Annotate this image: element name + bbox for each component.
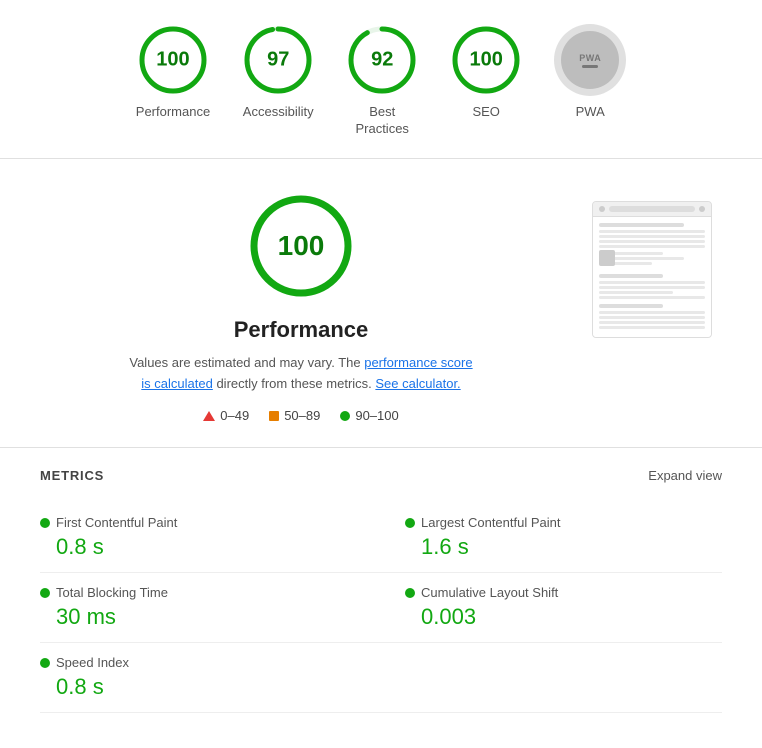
score-value-performance: 100	[156, 49, 189, 72]
ss-thin-11	[599, 296, 705, 299]
metrics-section: METRICS Expand view First Contentful Pai…	[0, 448, 762, 745]
pwa-dash-icon	[582, 65, 598, 68]
score-circle-best-practices: 92	[346, 24, 418, 96]
score-label-best-practices: BestPractices	[355, 104, 408, 138]
legend-range-fail: 0–49	[220, 408, 249, 423]
metric-dot-si	[40, 658, 50, 668]
pwa-inner: PWA	[561, 31, 619, 89]
score-value-accessibility: 97	[267, 49, 289, 72]
ss-thin-15	[599, 326, 705, 329]
metric-label-row-lcp: Largest Contentful Paint	[405, 515, 722, 530]
score-legend: 0–49 50–89 90–100	[203, 408, 398, 423]
metric-label-row-cls: Cumulative Layout Shift	[405, 585, 722, 600]
metric-label-lcp: Largest Contentful Paint	[421, 515, 560, 530]
metric-item-lcp: Largest Contentful Paint 1.6 s	[381, 503, 722, 573]
ss-dot-2	[699, 206, 705, 212]
metric-label-row-si: Speed Index	[40, 655, 381, 670]
pwa-label-text: PWA	[579, 53, 601, 63]
screenshot-header	[593, 202, 711, 217]
scores-bar: 100 Performance 97 Accessibility 92 Best…	[0, 0, 762, 159]
ss-thin-10	[599, 291, 673, 294]
metric-item-empty	[381, 643, 722, 713]
screenshot-preview	[592, 201, 712, 338]
ss-line-2	[599, 274, 663, 278]
screenshot-body	[593, 217, 711, 337]
ss-thin-14	[599, 321, 705, 324]
score-item-accessibility[interactable]: 97 Accessibility	[242, 24, 314, 121]
metric-label-row-tbt: Total Blocking Time	[40, 585, 381, 600]
score-value-seo: 100	[470, 49, 503, 72]
score-label-seo: SEO	[472, 104, 499, 121]
score-item-seo[interactable]: 100 SEO	[450, 24, 522, 121]
score-item-best-practices[interactable]: 92 BestPractices	[346, 24, 418, 138]
metric-label-row-fcp: First Contentful Paint	[40, 515, 381, 530]
expand-view-button[interactable]: Expand view	[648, 468, 722, 483]
perf-title: Performance	[234, 317, 369, 343]
score-circle-seo: 100	[450, 24, 522, 96]
ss-line-1	[599, 223, 684, 227]
metric-label-si: Speed Index	[56, 655, 129, 670]
perf-desc: Values are estimated and may vary. The p…	[129, 353, 472, 395]
metric-dot-cls	[405, 588, 415, 598]
ss-thin-12	[599, 311, 705, 314]
perf-left: 100 Performance Values are estimated and…	[40, 191, 562, 424]
ss-thin-4	[599, 245, 705, 248]
pass-icon	[340, 411, 350, 421]
metric-item-cls: Cumulative Layout Shift 0.003	[381, 573, 722, 643]
average-icon	[269, 411, 279, 421]
ss-dot-1	[599, 206, 605, 212]
fail-icon	[203, 411, 215, 421]
metric-value-si: 0.8 s	[40, 674, 381, 700]
metric-item-tbt: Total Blocking Time 30 ms	[40, 573, 381, 643]
ss-thin-9	[599, 286, 705, 289]
metric-value-fcp: 0.8 s	[40, 534, 381, 560]
score-circle-performance: 100	[137, 24, 209, 96]
ss-thin-13	[599, 316, 705, 319]
score-item-performance[interactable]: 100 Performance	[136, 24, 210, 121]
legend-item-fail: 0–49	[203, 408, 249, 423]
ss-thin-3	[599, 240, 705, 243]
big-score-value: 100	[278, 230, 325, 262]
metric-dot-lcp	[405, 518, 415, 528]
legend-range-average: 50–89	[284, 408, 320, 423]
metric-item-fcp: First Contentful Paint 0.8 s	[40, 503, 381, 573]
score-value-best-practices: 92	[371, 49, 393, 72]
metric-dot-fcp	[40, 518, 50, 528]
metric-value-tbt: 30 ms	[40, 604, 381, 630]
metric-label-fcp: First Contentful Paint	[56, 515, 177, 530]
pwa-circle: PWA	[554, 24, 626, 96]
metric-item-si: Speed Index 0.8 s	[40, 643, 381, 713]
score-item-pwa[interactable]: PWA PWA	[554, 24, 626, 121]
ss-line-3	[599, 304, 663, 308]
perf-right	[582, 191, 722, 424]
score-label-accessibility: Accessibility	[243, 104, 314, 121]
ss-bar	[609, 206, 695, 212]
ss-avatar	[599, 250, 615, 266]
main-section: 100 Performance Values are estimated and…	[0, 159, 762, 449]
big-score-circle: 100	[246, 191, 356, 301]
metric-dot-tbt	[40, 588, 50, 598]
score-label-performance: Performance	[136, 104, 210, 121]
ss-thin-8	[599, 281, 705, 284]
metric-value-lcp: 1.6 s	[405, 534, 722, 560]
metrics-title: METRICS	[40, 468, 104, 483]
ss-thin-1	[599, 230, 705, 233]
metric-value-cls: 0.003	[405, 604, 722, 630]
metric-label-tbt: Total Blocking Time	[56, 585, 168, 600]
see-calculator-link[interactable]: See calculator.	[375, 376, 460, 391]
score-label-pwa: PWA	[576, 104, 605, 121]
legend-item-pass: 90–100	[340, 408, 398, 423]
ss-thin-2	[599, 235, 705, 238]
score-circle-accessibility: 97	[242, 24, 314, 96]
legend-item-average: 50–89	[269, 408, 320, 423]
metrics-header: METRICS Expand view	[40, 468, 722, 483]
metric-label-cls: Cumulative Layout Shift	[421, 585, 558, 600]
metrics-grid: First Contentful Paint 0.8 s Largest Con…	[40, 503, 722, 713]
legend-range-pass: 90–100	[355, 408, 398, 423]
